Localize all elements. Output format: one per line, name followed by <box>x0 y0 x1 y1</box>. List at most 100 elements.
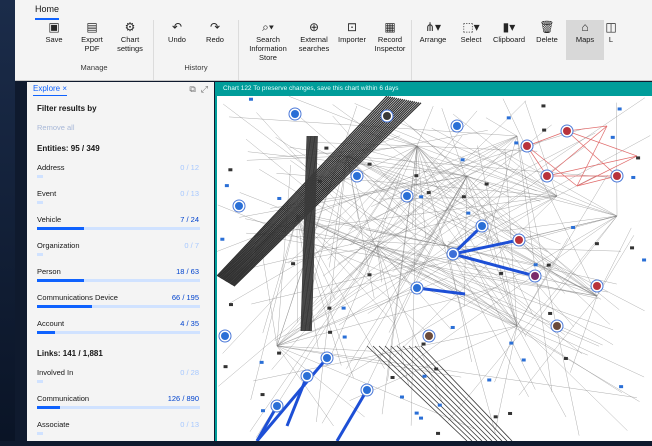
graph-node-icon[interactable] <box>478 222 486 230</box>
select-button[interactable]: ⬚▾Select <box>452 20 490 44</box>
graph-node-icon[interactable] <box>221 332 229 340</box>
search-information-store-button[interactable]: ⌕▾Search Information Store <box>241 20 295 62</box>
graph-node-icon[interactable] <box>425 332 433 340</box>
device-node[interactable] <box>611 136 615 139</box>
device-node[interactable] <box>595 242 599 245</box>
device-node[interactable] <box>261 393 265 396</box>
graph-node-icon[interactable] <box>523 142 531 150</box>
device-node[interactable] <box>547 264 551 267</box>
device-node[interactable] <box>249 98 253 101</box>
device-node[interactable] <box>343 336 347 339</box>
device-node[interactable] <box>438 404 442 407</box>
device-node[interactable] <box>342 307 346 310</box>
clipboard-button[interactable]: ▮▾Clipboard <box>490 20 528 44</box>
more-button[interactable]: ◫L <box>604 20 618 44</box>
redo-button[interactable]: ↷Redo <box>196 20 234 44</box>
graph-node-icon[interactable] <box>531 272 539 280</box>
device-node[interactable] <box>419 195 423 198</box>
device-node[interactable] <box>224 365 228 368</box>
device-node[interactable] <box>541 104 545 107</box>
chart-settings-button[interactable]: ⚙Chart settings <box>111 20 149 53</box>
graph-node-icon[interactable] <box>453 122 461 130</box>
device-node[interactable] <box>414 174 418 177</box>
expand-icon[interactable]: ⤢ <box>201 84 208 94</box>
device-node[interactable] <box>636 156 640 159</box>
device-node[interactable] <box>324 147 328 150</box>
device-node[interactable] <box>419 417 423 420</box>
graph-node-icon[interactable] <box>363 386 371 394</box>
device-node[interactable] <box>466 212 470 215</box>
device-node[interactable] <box>225 184 229 187</box>
remove-all-link[interactable]: Remove all <box>37 123 207 132</box>
graph-node-icon[interactable] <box>303 372 311 380</box>
device-node[interactable] <box>618 107 622 110</box>
device-node[interactable] <box>367 273 371 276</box>
link-filter-row[interactable]: Associate0 / 13 <box>37 420 207 446</box>
device-node[interactable] <box>327 307 331 310</box>
device-node[interactable] <box>261 409 265 412</box>
device-node[interactable] <box>318 180 322 183</box>
device-node[interactable] <box>260 361 264 364</box>
graph-node-icon[interactable] <box>235 202 243 210</box>
graph-node-icon[interactable] <box>593 282 601 290</box>
chart-canvas[interactable]: Chart 122 To preserve changes, save this… <box>215 82 652 441</box>
record-inspector-button[interactable]: ▦Record Inspector <box>371 20 409 53</box>
graph-node-icon[interactable] <box>273 402 281 410</box>
device-node[interactable] <box>631 176 635 179</box>
graph-node-icon[interactable] <box>403 192 411 200</box>
maps-button[interactable]: ⌂Maps <box>566 20 604 60</box>
graph-node-icon[interactable] <box>515 236 523 244</box>
link-filter-row[interactable]: Communication126 / 890 <box>37 394 207 420</box>
graph-node-icon[interactable] <box>291 110 299 118</box>
graph-node-icon[interactable] <box>449 250 457 258</box>
delete-button[interactable]: 🗑Delete <box>528 20 566 44</box>
graph-node-icon[interactable] <box>383 112 391 120</box>
device-node[interactable] <box>427 191 431 194</box>
device-node[interactable] <box>451 326 455 329</box>
entity-filter-row[interactable]: Communications Device66 / 195 <box>37 293 207 319</box>
device-node[interactable] <box>391 376 395 379</box>
device-node[interactable] <box>548 312 552 315</box>
device-node[interactable] <box>642 258 646 261</box>
device-node[interactable] <box>368 163 372 166</box>
arrange-button[interactable]: ⋔▾Arrange <box>414 20 452 44</box>
entity-filter-row[interactable]: Account4 / 35 <box>37 319 207 345</box>
popout-icon[interactable]: ⧉ <box>189 84 195 94</box>
tab-home[interactable]: Home <box>35 2 59 20</box>
device-node[interactable] <box>522 358 526 361</box>
device-node[interactable] <box>436 432 440 435</box>
device-node[interactable] <box>487 378 491 381</box>
entity-filter-row[interactable]: Person18 / 63 <box>37 267 207 293</box>
device-node[interactable] <box>499 272 503 275</box>
device-node[interactable] <box>514 141 518 144</box>
device-node[interactable] <box>461 158 465 161</box>
device-node[interactable] <box>328 331 332 334</box>
graph-node-icon[interactable] <box>613 172 621 180</box>
graph-node-icon[interactable] <box>413 284 421 292</box>
graph-node-icon[interactable] <box>553 322 561 330</box>
device-node[interactable] <box>542 129 546 132</box>
device-node[interactable] <box>571 226 575 229</box>
entity-filter-row[interactable]: Organization0 / 7 <box>37 241 207 267</box>
entity-filter-row[interactable]: Event0 / 13 <box>37 189 207 215</box>
device-node[interactable] <box>508 412 512 415</box>
device-node[interactable] <box>509 342 513 345</box>
link-filter-row[interactable]: Involved In0 / 28 <box>37 368 207 394</box>
network-graph[interactable] <box>217 96 652 441</box>
graph-node-icon[interactable] <box>353 172 361 180</box>
device-node[interactable] <box>229 303 233 306</box>
graph-node-icon[interactable] <box>563 127 571 135</box>
entity-filter-row[interactable]: Vehicle7 / 24 <box>37 215 207 241</box>
device-node[interactable] <box>534 263 538 266</box>
entity-filter-row[interactable]: Address0 / 12 <box>37 163 207 189</box>
close-icon[interactable]: × <box>62 84 67 93</box>
graph-node-icon[interactable] <box>543 172 551 180</box>
device-node[interactable] <box>228 168 232 171</box>
device-node[interactable] <box>462 195 466 198</box>
save-button[interactable]: ▣Save <box>35 20 73 44</box>
device-node[interactable] <box>564 357 568 360</box>
device-node[interactable] <box>494 415 498 418</box>
importer-button[interactable]: ⊡Importer <box>333 20 371 44</box>
external-searches-button[interactable]: ⊕External searches <box>295 20 333 53</box>
tab-explore[interactable]: Explore × <box>33 84 67 96</box>
